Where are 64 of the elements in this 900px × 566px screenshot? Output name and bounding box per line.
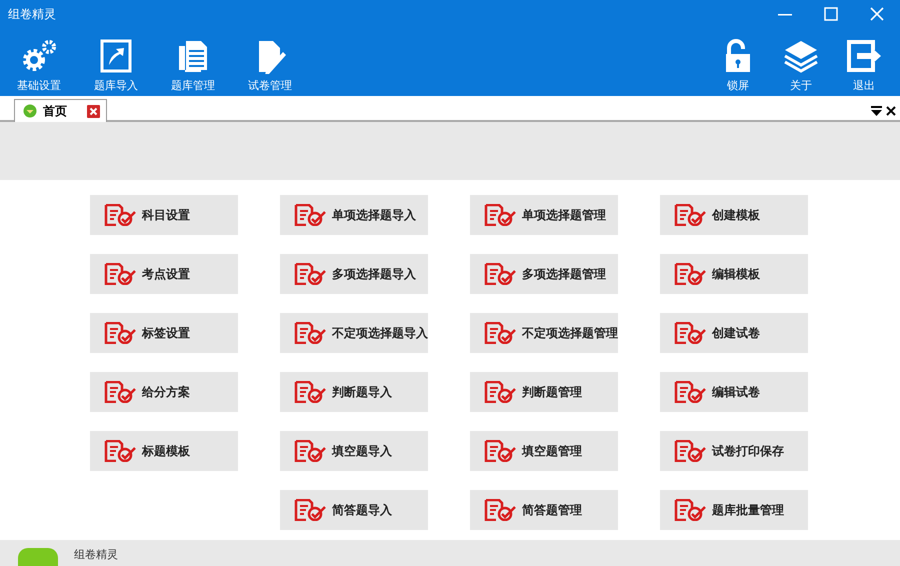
checklist-icon <box>104 440 136 462</box>
dropdown-icon[interactable] <box>871 106 882 116</box>
toolbar-button[interactable]: 题库管理 <box>166 38 220 93</box>
menu-button[interactable]: 简答题导入 <box>280 490 428 530</box>
checklist-icon <box>484 440 516 462</box>
checklist-icon <box>294 322 326 344</box>
menu-button[interactable]: 标签设置 <box>90 313 238 353</box>
exit-icon <box>845 38 883 74</box>
window-title: 组卷精灵 <box>8 6 56 22</box>
toolbar-button[interactable]: 基础设置 <box>12 38 66 93</box>
menu-button[interactable]: 多项选择题管理 <box>470 254 618 294</box>
menu-button[interactable]: 给分方案 <box>90 372 238 412</box>
close-tab-icon[interactable] <box>87 104 100 118</box>
maximize-icon[interactable] <box>824 7 838 21</box>
checklist-icon <box>674 499 706 521</box>
checklist-icon <box>294 381 326 403</box>
checklist-icon <box>294 204 326 226</box>
menu-button[interactable]: 科目设置 <box>90 195 238 235</box>
checklist-icon <box>484 381 516 403</box>
tab[interactable]: 首页 <box>14 99 107 122</box>
menu-button[interactable]: 单项选择题管理 <box>470 195 618 235</box>
checklist-icon <box>484 263 516 285</box>
home-icon <box>23 104 37 118</box>
checklist-icon <box>484 322 516 344</box>
menu-button[interactable]: 不定项选择题导入 <box>280 313 428 353</box>
menu-button[interactable]: 题库批量管理 <box>660 490 808 530</box>
checklist-icon <box>484 204 516 226</box>
menu-button[interactable]: 判断题管理 <box>470 372 618 412</box>
menu-button[interactable]: 判断题导入 <box>280 372 428 412</box>
checklist-icon <box>104 263 136 285</box>
checklist-icon <box>294 263 326 285</box>
checklist-icon <box>294 440 326 462</box>
menu-button[interactable]: 填空题管理 <box>470 431 618 471</box>
menu-button[interactable]: 标题模板 <box>90 431 238 471</box>
menu-button[interactable]: 简答题管理 <box>470 490 618 530</box>
layers-icon <box>782 38 820 74</box>
checklist-icon <box>294 499 326 521</box>
checklist-icon <box>674 440 706 462</box>
close-icon[interactable] <box>886 106 896 116</box>
toolbar-button[interactable]: 题库导入 <box>89 38 143 93</box>
toolbar-button[interactable]: 退出 <box>837 38 891 93</box>
gear-icon <box>20 38 58 74</box>
footer-text: 组卷精灵 <box>74 548 118 561</box>
checklist-icon <box>104 381 136 403</box>
checklist-icon <box>674 381 706 403</box>
menu-button[interactable]: 多项选择题导入 <box>280 254 428 294</box>
checklist-icon <box>104 322 136 344</box>
checklist-icon <box>674 263 706 285</box>
menu-button[interactable]: 考点设置 <box>90 254 238 294</box>
toolbar-button[interactable]: 锁屏 <box>711 38 765 93</box>
toolbar-button[interactable]: 试卷管理 <box>243 38 297 93</box>
menu-button[interactable]: 试卷打印保存 <box>660 431 808 471</box>
menu-button[interactable]: 不定项选择题管理 <box>470 313 618 353</box>
checklist-icon <box>104 204 136 226</box>
menu-button[interactable]: 编辑模板 <box>660 254 808 294</box>
toolbar-button[interactable]: 关于 <box>774 38 828 93</box>
checklist-icon <box>674 204 706 226</box>
menu-button[interactable]: 单项选择题导入 <box>280 195 428 235</box>
checklist-icon <box>674 322 706 344</box>
menu-button[interactable]: 创建模板 <box>660 195 808 235</box>
menu-button[interactable]: 创建试卷 <box>660 313 808 353</box>
checklist-icon <box>484 499 516 521</box>
menu-button[interactable]: 编辑试卷 <box>660 372 808 412</box>
menu-button[interactable]: 填空题导入 <box>280 431 428 471</box>
